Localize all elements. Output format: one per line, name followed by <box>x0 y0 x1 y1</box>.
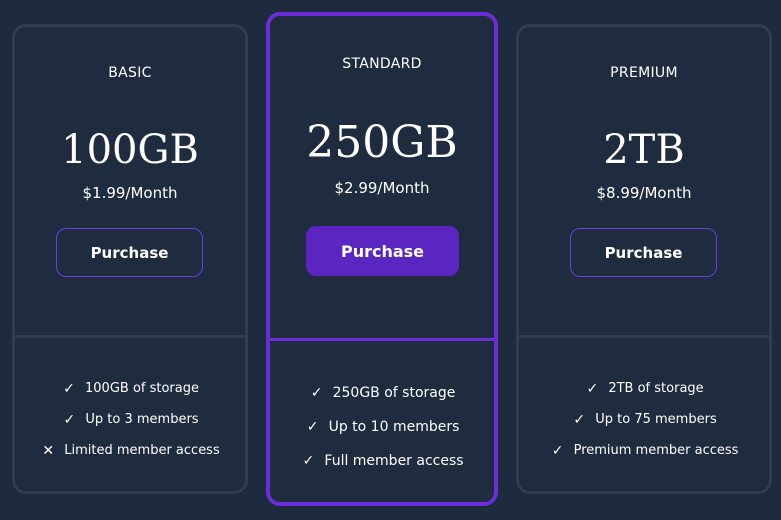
check-icon: ✓ <box>310 385 323 401</box>
plan-storage: 2TB <box>603 127 685 173</box>
purchase-button-standard[interactable]: Purchase <box>306 226 459 276</box>
check-icon: ✓ <box>551 442 564 459</box>
pricing-card-header: BASIC 100GB $1.99/Month Purchase <box>15 27 245 338</box>
check-icon: ✓ <box>63 380 75 397</box>
feature-text: Premium member access <box>573 443 739 458</box>
feature-list: ✓ 100GB of storage ✓ Up to 3 members ✕ L… <box>15 373 245 466</box>
pricing-card-premium: PREMIUM 2TB $8.99/Month Purchase ✓ 2TB o… <box>516 24 772 494</box>
feature-item: ✓ Up to 3 members <box>15 404 245 435</box>
check-icon: ✓ <box>302 453 315 469</box>
plan-price: $8.99/Month <box>596 184 692 202</box>
feature-text: 250GB of storage <box>332 385 456 401</box>
plan-price: $1.99/Month <box>82 184 178 202</box>
feature-item: ✓ Premium member access <box>519 435 769 466</box>
check-icon: ✓ <box>573 411 586 428</box>
plan-name: BASIC <box>108 65 152 81</box>
feature-item: ✕ Limited member access <box>15 435 245 466</box>
check-icon: ✓ <box>63 411 76 428</box>
plan-price: $2.99/Month <box>334 179 430 197</box>
pricing-card-header: PREMIUM 2TB $8.99/Month Purchase <box>519 27 769 338</box>
pricing-card-basic: BASIC 100GB $1.99/Month Purchase ✓ 100GB… <box>12 24 248 494</box>
purchase-button-premium[interactable]: Purchase <box>570 228 717 277</box>
check-icon: ✓ <box>306 419 319 435</box>
feature-item: ✓ Full member access <box>270 444 494 478</box>
feature-item: ✓ 250GB of storage <box>270 376 494 410</box>
cross-icon: ✕ <box>42 442 55 459</box>
plan-name: STANDARD <box>342 56 422 72</box>
feature-item: ✓ Up to 75 members <box>519 404 769 435</box>
feature-text: Up to 10 members <box>328 419 460 435</box>
feature-item: ✓ 2TB of storage <box>519 373 769 404</box>
feature-list: ✓ 250GB of storage ✓ Up to 10 members ✓ … <box>270 376 494 478</box>
check-icon: ✓ <box>586 380 599 397</box>
purchase-button-basic[interactable]: Purchase <box>56 228 203 277</box>
plan-storage: 250GB <box>306 117 458 168</box>
plan-name: PREMIUM <box>610 65 678 81</box>
pricing-card-standard: STANDARD 250GB $2.99/Month Purchase ✓ 25… <box>266 12 498 506</box>
feature-text: 2TB of storage <box>608 381 704 396</box>
feature-item: ✓ 100GB of storage <box>15 373 245 404</box>
feature-item: ✓ Up to 10 members <box>270 410 494 444</box>
feature-text: Full member access <box>324 453 464 469</box>
plan-storage: 100GB <box>61 127 199 173</box>
feature-text: Up to 3 members <box>85 412 199 427</box>
pricing-card-header: STANDARD 250GB $2.99/Month Purchase <box>270 16 494 341</box>
feature-text: 100GB of storage <box>85 381 199 396</box>
feature-text: Limited member access <box>64 443 220 458</box>
feature-text: Up to 75 members <box>595 412 717 427</box>
feature-list: ✓ 2TB of storage ✓ Up to 75 members ✓ Pr… <box>519 373 769 466</box>
